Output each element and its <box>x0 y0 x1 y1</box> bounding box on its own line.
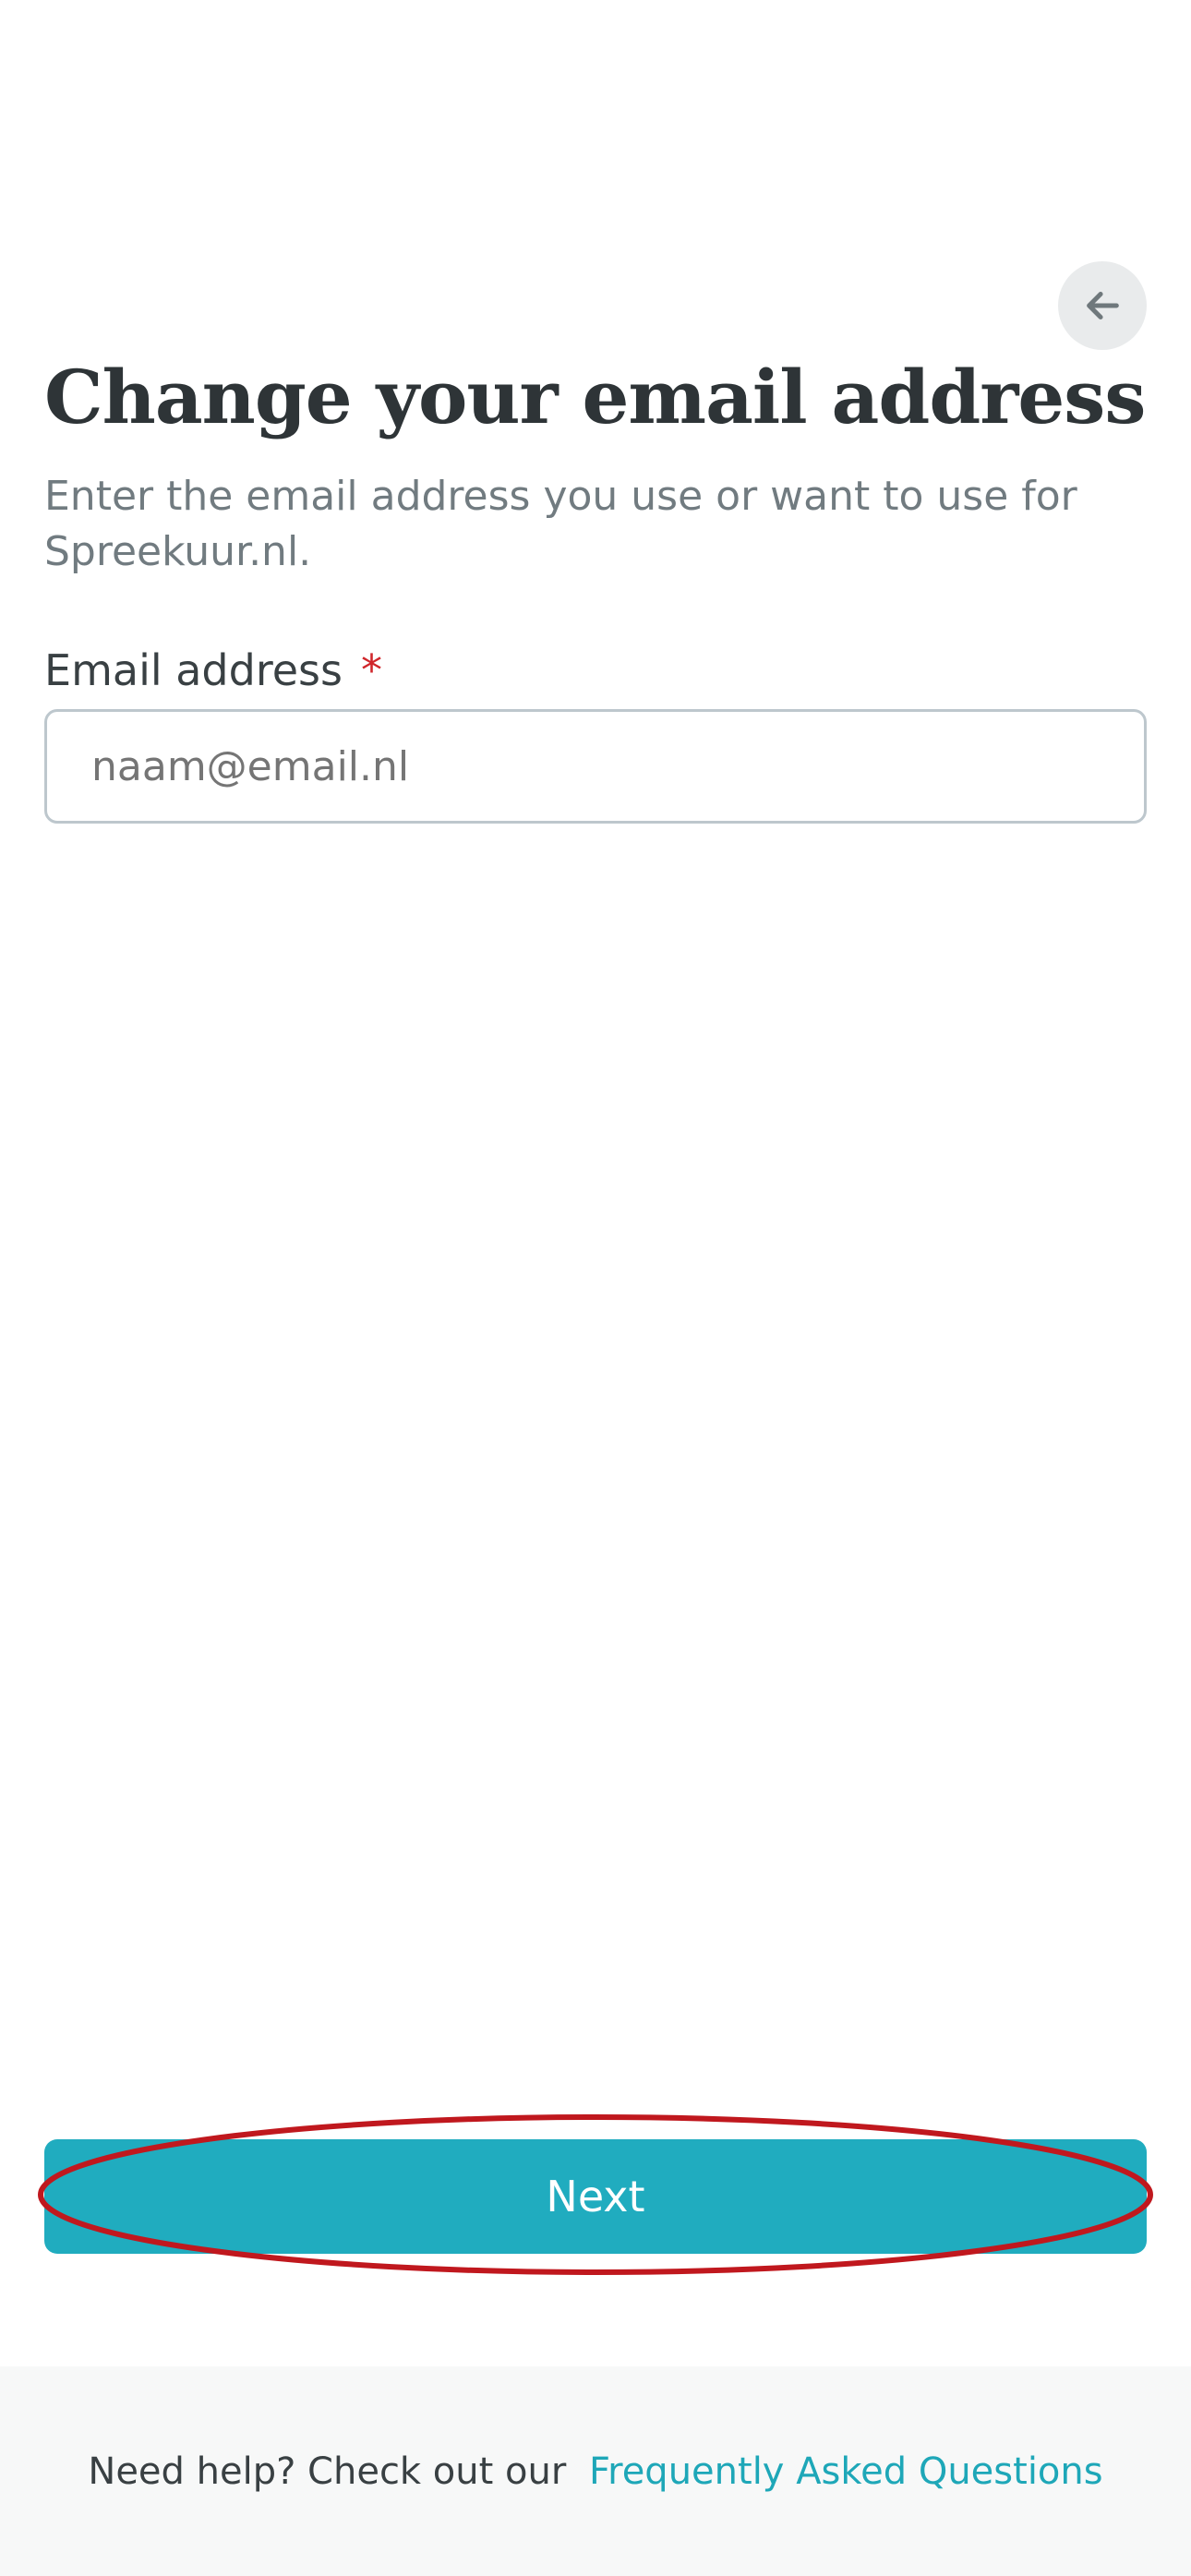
footer: Need help? Check out our Frequently Aske… <box>0 2366 1191 2576</box>
help-text-line: Need help? Check out our Frequently Aske… <box>88 2446 1102 2498</box>
faq-link[interactable]: Frequently Asked Questions <box>589 2450 1103 2493</box>
page-subtitle: Enter the email address you use or want … <box>44 473 1077 575</box>
back-button[interactable] <box>1058 261 1147 350</box>
page-title: Change your email address <box>44 354 1146 440</box>
required-marker: * <box>360 645 382 695</box>
arrow-left-icon <box>1087 292 1119 319</box>
help-text: Need help? Check out our <box>88 2450 567 2493</box>
next-button[interactable]: Next <box>44 2139 1147 2254</box>
email-label: Email address * <box>44 641 382 700</box>
email-label-text: Email address <box>44 645 343 695</box>
email-field[interactable] <box>44 709 1147 824</box>
